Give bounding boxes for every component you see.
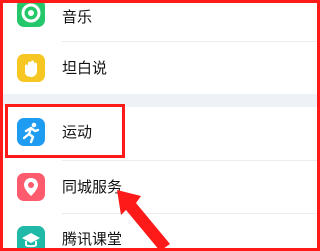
list-item-label: 坦白说	[62, 59, 108, 77]
settings-list-screen: 音乐 坦白说 运动 同城服务 腾讯课堂	[0, 0, 320, 251]
list-item-label: 同城服务	[62, 178, 123, 196]
list-item-label: 运动	[62, 123, 93, 141]
list-item-local-service[interactable]: 同城服务	[0, 161, 320, 213]
music-icon	[17, 0, 45, 27]
graduation-cap-icon	[17, 226, 45, 251]
list-item-tencent-classroom[interactable]: 腾讯课堂	[0, 214, 320, 251]
location-pin-icon	[17, 173, 45, 201]
list-item-label: 腾讯课堂	[62, 230, 123, 248]
section-gap	[0, 94, 320, 107]
list-item-confession[interactable]: 坦白说	[0, 42, 320, 94]
list-item-music[interactable]: 音乐	[0, 0, 320, 41]
hand-icon	[17, 54, 45, 82]
list-item-sports[interactable]: 运动	[0, 107, 320, 160]
list-item-label: 音乐	[62, 8, 93, 26]
running-icon	[17, 118, 45, 146]
